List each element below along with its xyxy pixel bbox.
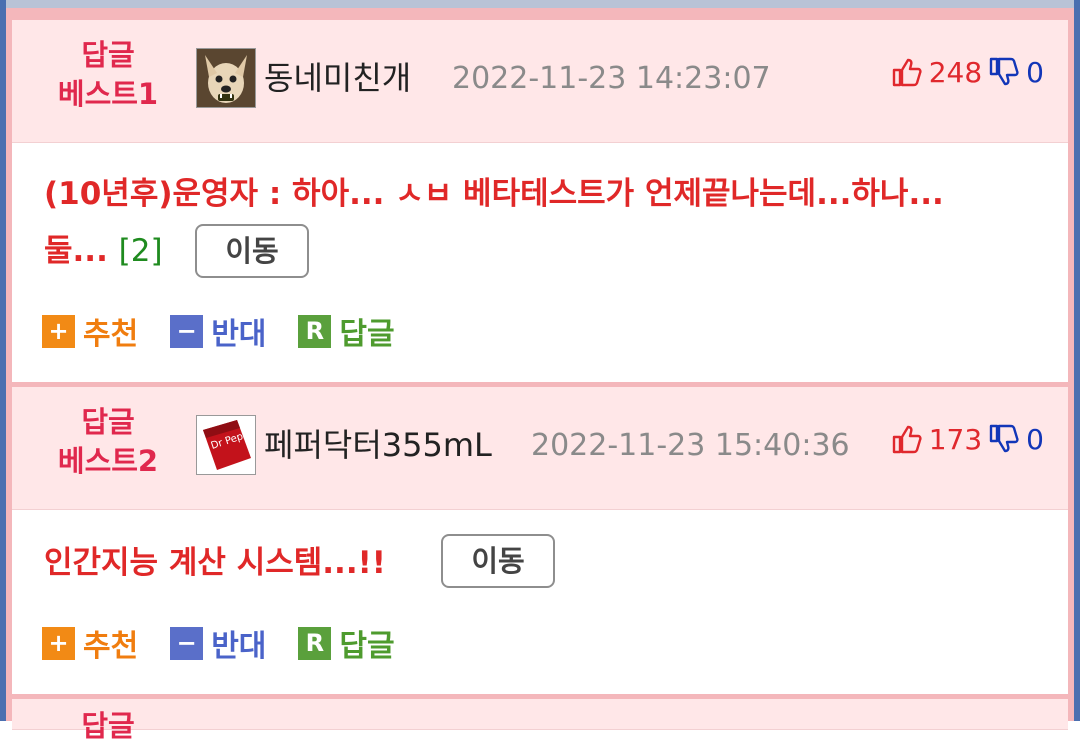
down-count: 0 [1026, 55, 1044, 89]
reply-title-continued[interactable]: 둘... [2] [44, 231, 163, 271]
top-band [6, 0, 1074, 8]
up-count: 248 [928, 55, 983, 89]
reply-title[interactable]: (10년후)운영자 : 하아... ㅅㅂ 베타테스트가 언제끝나는데...하나.… [44, 174, 944, 214]
oppose-label: 반대 [211, 317, 267, 352]
minus-icon: − [170, 314, 204, 348]
reply-label: 답글 [339, 317, 395, 352]
post-date: 2022-11-23 15:40:36 [531, 428, 850, 463]
title-line-2: 둘... [44, 233, 108, 269]
plus-icon: + [42, 314, 75, 348]
oppose-button[interactable]: − 반대 [170, 621, 266, 665]
comments-frame: 답글 베스트1 동네미친개 2022-11-23 14:23:07 248 0 … [6, 0, 1074, 743]
rank-line-2: 베스트2 [57, 444, 159, 478]
oppose-label: 반대 [211, 629, 267, 664]
vote-counts: 248 0 [891, 52, 1044, 92]
username[interactable]: 동네미친개 [264, 58, 411, 98]
soda-can-avatar-icon[interactable]: Dr Pepper [196, 415, 256, 475]
rank-line-2: 베스트1 [57, 77, 159, 111]
reply-icon: R [298, 626, 332, 660]
reply-header: 답글 [12, 699, 1068, 743]
minus-icon: − [170, 626, 204, 660]
oppose-button[interactable]: − 반대 [170, 309, 266, 353]
reply-actions: + 추천 − 반대 R 답글 [42, 309, 427, 353]
reply-header: 답글 베스트1 동네미친개 2022-11-23 14:23:07 248 0 [12, 20, 1068, 143]
reply-icon: R [298, 314, 332, 348]
best-reply-card-partial: 답글 [12, 699, 1068, 743]
dog-avatar-icon[interactable] [196, 48, 256, 108]
best-reply-card: 답글 베스트2 Dr Pepper 페퍼닥터355mL 2022-11-23 1… [12, 387, 1068, 694]
best-rank-label: 답글 베스트1 [38, 36, 178, 114]
recommend-label: 추천 [83, 629, 139, 664]
rank-line-1: 답글 [81, 405, 135, 439]
thumbs-up-icon[interactable] [891, 423, 923, 455]
move-button[interactable]: 이동 [441, 534, 555, 588]
reply-label: 답글 [339, 629, 395, 664]
thumbs-down-icon[interactable] [988, 423, 1020, 455]
vote-counts: 173 0 [891, 419, 1044, 459]
down-count: 0 [1026, 422, 1044, 456]
reply-actions: + 추천 − 반대 R 답글 [42, 621, 427, 665]
plus-icon: + [42, 626, 75, 660]
up-count: 173 [928, 422, 983, 456]
right-edge [1074, 0, 1080, 721]
post-date: 2022-11-23 14:23:07 [452, 61, 771, 96]
thumbs-up-icon[interactable] [891, 56, 923, 88]
best-rank-label: 답글 [81, 709, 135, 743]
rank-line-1: 답글 [81, 38, 135, 72]
username[interactable]: 페퍼닥터355mL [264, 425, 492, 465]
best-rank-label: 답글 베스트2 [38, 403, 178, 481]
thumbs-down-icon[interactable] [988, 56, 1020, 88]
comment-count: [2] [118, 233, 163, 269]
recommend-button[interactable]: + 추천 [42, 309, 138, 353]
recommend-label: 추천 [83, 317, 139, 352]
best-reply-card: 답글 베스트1 동네미친개 2022-11-23 14:23:07 248 0 … [12, 20, 1068, 382]
reply-title[interactable]: 인간지능 계산 시스템...!! [44, 543, 386, 583]
move-button[interactable]: 이동 [195, 224, 309, 278]
recommend-button[interactable]: + 추천 [42, 621, 138, 665]
reply-button[interactable]: R 답글 [298, 621, 395, 665]
reply-button[interactable]: R 답글 [298, 309, 395, 353]
reply-header: 답글 베스트2 Dr Pepper 페퍼닥터355mL 2022-11-23 1… [12, 387, 1068, 510]
